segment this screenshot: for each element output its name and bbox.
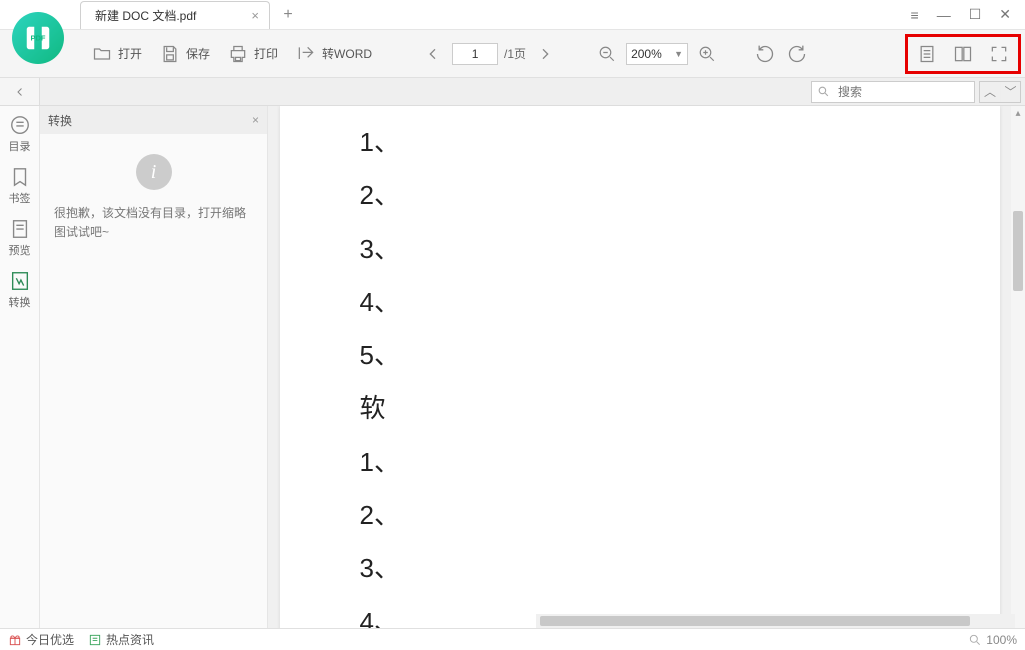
sidebar-item-toc[interactable]: 目录 xyxy=(9,114,31,154)
status-bar: 今日优选 热点资讯 100% xyxy=(0,628,1025,650)
status-today-picks[interactable]: 今日优选 xyxy=(8,631,74,648)
document-line: 3、 xyxy=(360,223,1000,276)
panel-body: i 很抱歉，该文档没有目录，打开缩略图试试吧~ xyxy=(40,134,267,628)
horizontal-scrollbar[interactable] xyxy=(536,614,1015,628)
svg-text:PDF: PDF xyxy=(31,34,46,43)
vertical-scrollbar[interactable]: ▴ xyxy=(1011,106,1025,628)
chevron-down-icon: ▼ xyxy=(674,49,683,59)
search-next-button[interactable]: ﹀ xyxy=(1000,82,1020,102)
new-tab-button[interactable]: + xyxy=(276,3,300,27)
single-page-view-button[interactable] xyxy=(914,41,940,67)
search-input[interactable] xyxy=(834,85,974,99)
tab-title: 新建 DOC 文档.pdf xyxy=(95,7,196,24)
convert-icon xyxy=(9,270,31,292)
print-icon xyxy=(228,44,248,64)
panel-header: 转换 × xyxy=(40,106,267,134)
minimize-icon[interactable]: — xyxy=(937,7,951,23)
zoom-icon xyxy=(968,633,982,647)
maximize-icon[interactable]: ☐ xyxy=(969,6,982,23)
side-strip: 目录 书签 预览 转换 xyxy=(0,106,40,628)
rotate-left-button[interactable] xyxy=(752,41,778,67)
close-icon[interactable]: × xyxy=(251,8,259,23)
main-body: 目录 书签 预览 转换 转换 × i 很抱歉，该文档没有目录，打开缩略图试试吧~… xyxy=(0,106,1025,628)
sidebar-item-convert[interactable]: 转换 xyxy=(9,270,31,310)
toc-icon xyxy=(9,114,31,136)
document-line: 2、 xyxy=(360,169,1000,222)
document-line: 4、 xyxy=(360,276,1000,329)
document-tab[interactable]: 新建 DOC 文档.pdf × xyxy=(80,1,270,29)
sidebar-item-bookmark[interactable]: 书签 xyxy=(9,166,31,206)
zoom-out-icon xyxy=(598,45,616,63)
document-area: 1、2、3、4、5、软1、2、3、4、 ▴ xyxy=(268,106,1025,628)
page-total: /1页 xyxy=(504,45,526,62)
document-line: 1、 xyxy=(360,116,1000,169)
titlebar: 新建 DOC 文档.pdf × + ≡ — ☐ ✕ xyxy=(0,0,1025,30)
rotate-right-button[interactable] xyxy=(784,41,810,67)
search-box[interactable] xyxy=(811,81,975,103)
search-nav: ︿ ﹀ xyxy=(979,81,1021,103)
single-page-icon xyxy=(917,44,937,64)
toolbar: 打开 保存 打印 转WORD /1页 200% ▼ xyxy=(0,30,1025,78)
scrollbar-thumb[interactable] xyxy=(540,616,970,626)
save-icon xyxy=(160,44,180,64)
gift-icon xyxy=(8,633,22,647)
document-line: 软 xyxy=(360,382,1000,435)
next-page-button[interactable] xyxy=(532,41,558,67)
folder-icon xyxy=(92,44,112,64)
two-page-view-button[interactable] xyxy=(950,41,976,67)
document-line: 3、 xyxy=(360,542,1000,595)
document-line: 1、 xyxy=(360,436,1000,489)
close-window-icon[interactable]: ✕ xyxy=(999,6,1011,23)
news-icon xyxy=(88,633,102,647)
prev-page-button[interactable] xyxy=(420,41,446,67)
secondary-bar: ︿ ﹀ xyxy=(0,78,1025,106)
chevron-left-icon xyxy=(425,46,441,62)
document-line: 2、 xyxy=(360,489,1000,542)
menu-icon[interactable]: ≡ xyxy=(911,7,919,23)
search-icon xyxy=(812,85,834,98)
scroll-up-icon[interactable]: ▴ xyxy=(1015,106,1020,121)
to-word-button[interactable]: 转WORD xyxy=(290,44,378,64)
document-scroll[interactable]: 1、2、3、4、5、软1、2、3、4、 xyxy=(268,106,1011,628)
scrollbar-thumb[interactable] xyxy=(1013,211,1023,291)
chevron-left-icon xyxy=(14,86,26,98)
print-button[interactable]: 打印 xyxy=(222,44,284,64)
window-controls: ≡ — ☐ ✕ xyxy=(911,6,1025,23)
page-input[interactable] xyxy=(452,43,498,65)
info-icon: i xyxy=(136,154,172,190)
rotate-ccw-icon xyxy=(755,44,775,64)
status-hot-news[interactable]: 热点资讯 xyxy=(88,631,154,648)
two-page-icon xyxy=(953,44,973,64)
zoom-in-button[interactable] xyxy=(694,41,720,67)
panel-close-button[interactable]: × xyxy=(252,113,259,127)
preview-icon xyxy=(9,218,31,240)
panel-title: 转换 xyxy=(48,112,72,129)
status-zoom[interactable]: 100% xyxy=(968,633,1017,647)
zoom-select[interactable]: 200% ▼ xyxy=(626,43,688,65)
zoom-in-icon xyxy=(698,45,716,63)
bookmark-icon xyxy=(9,166,31,188)
fullscreen-icon xyxy=(989,44,1009,64)
rotate-cw-icon xyxy=(787,44,807,64)
chevron-right-icon xyxy=(537,46,553,62)
document-page: 1、2、3、4、5、软1、2、3、4、 xyxy=(280,106,1000,628)
open-button[interactable]: 打开 xyxy=(86,44,148,64)
document-line: 5、 xyxy=(360,329,1000,382)
search-prev-button[interactable]: ︿ xyxy=(980,82,1000,102)
export-icon xyxy=(296,44,316,64)
zoom-out-button[interactable] xyxy=(594,41,620,67)
page-content: 1、2、3、4、5、软1、2、3、4、 xyxy=(280,106,1000,628)
side-panel: 转换 × i 很抱歉，该文档没有目录，打开缩略图试试吧~ xyxy=(40,106,268,628)
fullscreen-button[interactable] xyxy=(986,41,1012,67)
app-logo: PDF xyxy=(12,12,64,64)
collapse-panel-button[interactable] xyxy=(0,78,40,105)
save-button[interactable]: 保存 xyxy=(154,44,216,64)
sidebar-item-preview[interactable]: 预览 xyxy=(9,218,31,258)
view-mode-group xyxy=(905,34,1021,74)
panel-message: 很抱歉，该文档没有目录，打开缩略图试试吧~ xyxy=(54,204,253,242)
